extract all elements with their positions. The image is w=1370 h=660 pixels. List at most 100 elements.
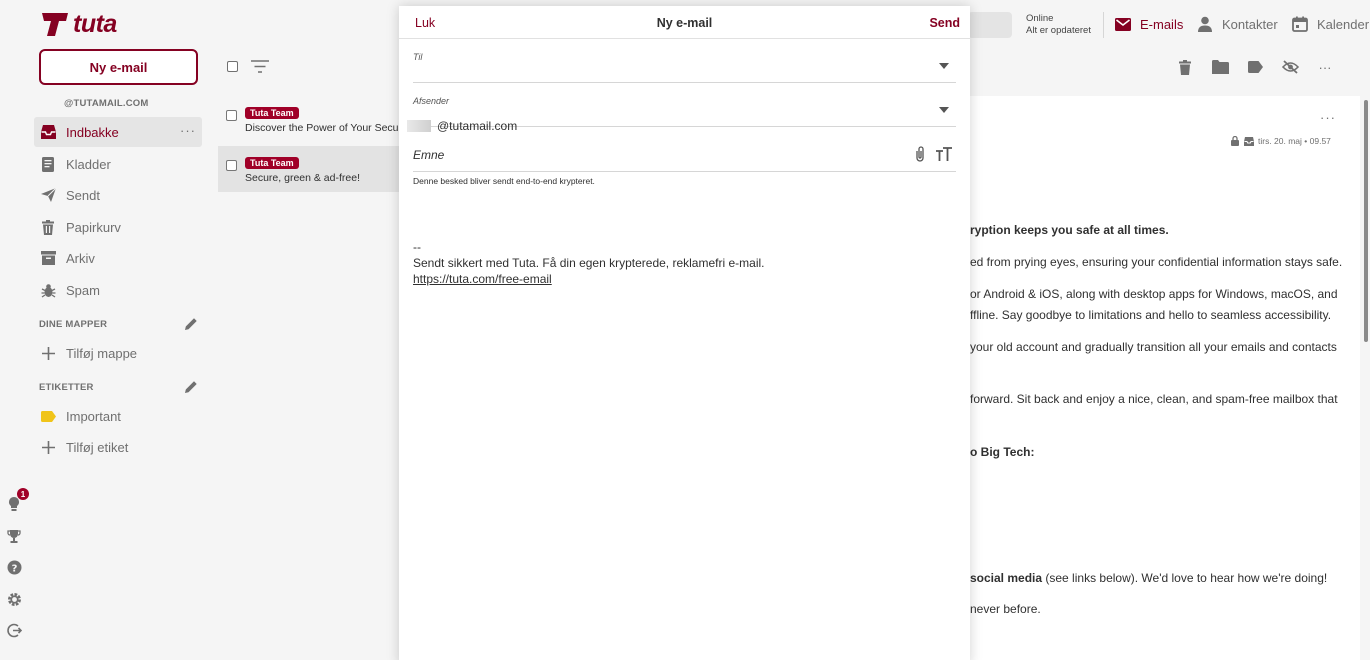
to-label: Til [413, 52, 423, 62]
signature-dash: -- [413, 240, 421, 254]
nav-contacts-label: Kontakter [1222, 16, 1278, 32]
hide-icon[interactable] [1281, 58, 1299, 76]
account-name: @TUTAMAIL.COM [64, 98, 149, 109]
nav-emails-label: E-mails [1140, 16, 1184, 32]
sync-status: Online Alt er opdateret [1026, 13, 1091, 37]
more-actions-icon[interactable]: ··· [1316, 58, 1334, 76]
sidebar-item-label: Kladder [66, 156, 111, 172]
sidebar-item-label: Indbakke [66, 124, 119, 140]
mail-reader: ··· tirs. 20. maj • 09.57 ryption keeps … [940, 96, 1360, 660]
svg-text:?: ? [11, 563, 17, 574]
reader-line: ed from prying eyes, ensuring your confi… [970, 255, 1343, 269]
sidebar-item-inbox[interactable]: Indbakke ··· [34, 117, 202, 147]
tuta-logo-icon [42, 13, 68, 36]
to-field[interactable]: Til [413, 48, 956, 83]
nav-contacts[interactable]: Kontakter [1196, 14, 1278, 34]
select-all-checkbox[interactable] [227, 61, 238, 72]
logout-icon[interactable] [5, 621, 23, 639]
label-item-important[interactable]: Important [34, 401, 202, 431]
send-icon [40, 187, 56, 203]
mail-checkbox[interactable] [226, 160, 237, 171]
add-label-label: Tilføj etiket [66, 439, 129, 455]
sender-field[interactable]: Afsender @tutamail.com [407, 92, 956, 133]
mail-options-icon[interactable]: ··· [1320, 110, 1336, 125]
plus-icon [40, 439, 56, 455]
archive-icon [40, 250, 56, 266]
list-item[interactable]: Tuta Team Secure, green & ad-free! [218, 146, 400, 192]
reader-line: ffline. Say goodbye to limitations and h… [970, 308, 1332, 322]
signature-text: Sendt sikkert med Tuta. Få din egen kryp… [413, 256, 765, 270]
edit-folders-icon[interactable] [183, 316, 199, 332]
new-mail-button[interactable]: Ny e-mail [39, 49, 198, 85]
nav-calendar-label: Kalender [1317, 16, 1370, 32]
sender-badge: Tuta Team [245, 107, 299, 119]
filter-icon[interactable] [251, 60, 269, 73]
notification-badge: 1 [17, 488, 29, 500]
edit-labels-icon[interactable] [183, 379, 199, 395]
sender-name-redacted [407, 120, 431, 132]
sidebar-item-trash[interactable]: Papirkurv [34, 212, 202, 242]
reader-line: your old account and gradually transitio… [970, 340, 1337, 354]
chevron-down-icon[interactable] [938, 62, 950, 70]
calendar-icon [1291, 15, 1309, 33]
trash-icon [40, 219, 56, 235]
sidebar-item-spam[interactable]: Spam [34, 275, 202, 305]
send-button[interactable]: Send [929, 16, 960, 30]
reader-line: or Android & iOS, along with desktop app… [970, 287, 1338, 301]
tuta-logo[interactable]: tuta [40, 10, 117, 38]
compose-dialog: Luk Ny e-mail Send Til Afsender @tutamai… [399, 6, 970, 660]
mail-date: tirs. 20. maj • 09.57 [1258, 136, 1331, 146]
compose-title: Ny e-mail [656, 16, 713, 30]
folders-section-heading: DINE MAPPER [39, 319, 108, 330]
sender-badge: Tuta Team [245, 157, 299, 169]
mail-subject: Discover the Power of Your Secure [245, 122, 400, 134]
plus-icon [40, 345, 56, 361]
mail-checkbox[interactable] [226, 110, 237, 121]
mail-meta: tirs. 20. maj • 09.57 [1230, 136, 1331, 146]
subject-field[interactable]: Emne [413, 137, 956, 172]
sync-status-text: Alt er opdateret [1026, 25, 1091, 36]
nav-calendar[interactable]: Kalender [1291, 14, 1369, 34]
logo-text: tuta [73, 9, 117, 38]
reader-toolbar [968, 48, 1370, 86]
labels-section-heading: ETIKETTER [39, 382, 94, 393]
mail-subject: Secure, green & ad-free! [245, 172, 360, 184]
help-icon[interactable]: ? [5, 558, 23, 576]
sidebar-item-label: Papirkurv [66, 219, 121, 235]
online-status: Online [1026, 13, 1054, 24]
mail-list-toolbar [218, 48, 400, 86]
signature-link[interactable]: https://tuta.com/free-email [413, 272, 552, 286]
reader-line: o Big Tech: [970, 445, 1035, 459]
nav-emails[interactable]: E-mails [1114, 14, 1183, 34]
add-label-button[interactable]: Tilføj etiket [34, 432, 202, 462]
inbox-icon [40, 124, 56, 140]
sender-address: @tutamail.com [437, 119, 518, 133]
search-bar[interactable] [968, 12, 1012, 38]
sidebar: Ny e-mail @TUTAMAIL.COM Indbakke ··· Kla… [30, 48, 210, 660]
draft-icon [40, 156, 56, 172]
text-format-icon[interactable] [935, 145, 953, 163]
reader-scrollbar[interactable] [1364, 100, 1368, 342]
sidebar-item-archive[interactable]: Arkiv [34, 243, 202, 273]
trophy-icon[interactable] [5, 527, 23, 545]
bug-icon [40, 282, 56, 298]
label-icon[interactable] [1246, 58, 1264, 76]
list-item[interactable]: Tuta Team Discover the Power of Your Sec… [218, 96, 400, 142]
more-options-icon[interactable]: ··· [180, 123, 196, 138]
sidebar-item-drafts[interactable]: Kladder [34, 149, 202, 179]
inbox-small-icon [1244, 136, 1254, 146]
delete-icon[interactable] [1176, 58, 1194, 76]
encryption-notice: Denne besked bliver sendt end-to-end kry… [413, 176, 595, 186]
add-folder-button[interactable]: Tilføj mappe [34, 338, 202, 368]
sidebar-item-sent[interactable]: Sendt [34, 180, 202, 210]
sender-label: Afsender [413, 96, 450, 106]
lock-icon [1231, 136, 1239, 146]
header-divider [1103, 12, 1104, 38]
move-folder-icon[interactable] [1211, 58, 1229, 76]
reader-line: ryption keeps you safe at all times. [970, 223, 1169, 237]
settings-icon[interactable] [5, 590, 23, 608]
attachment-icon[interactable] [913, 145, 927, 163]
sidebar-item-label: Arkiv [66, 250, 95, 266]
chevron-down-icon[interactable] [938, 106, 950, 114]
label-tag-icon [40, 408, 56, 424]
